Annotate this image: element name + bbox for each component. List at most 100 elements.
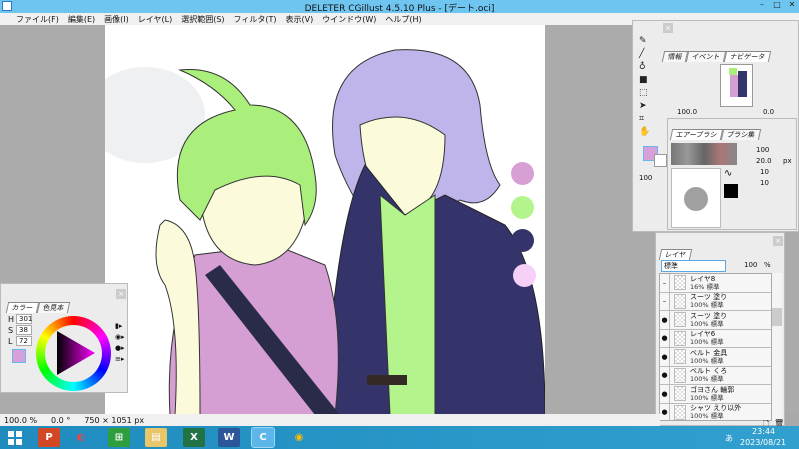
brush-opacity[interactable]: 100 bbox=[756, 146, 769, 154]
brush-spacing[interactable]: 10 bbox=[760, 179, 769, 187]
menu-window[interactable]: ウインドウ(W) bbox=[322, 14, 376, 25]
hue-field[interactable]: 301 bbox=[16, 314, 32, 324]
tool-opacity[interactable]: 100 bbox=[639, 174, 652, 182]
brush-density[interactable]: 10 bbox=[760, 168, 769, 176]
selection-tool-icon[interactable]: ⬚ bbox=[639, 88, 659, 101]
maximize-button[interactable]: □ bbox=[770, 0, 784, 12]
fill-tool-icon[interactable]: ♁ bbox=[639, 62, 659, 75]
lightness-field[interactable]: 72 bbox=[16, 336, 32, 346]
layer-row[interactable]: ● ゴヨさん 輪郭 100% 標準 bbox=[660, 385, 771, 404]
blend-mode-select[interactable]: 標準 bbox=[661, 260, 726, 272]
taskbar-explorer-icon[interactable]: ▤ bbox=[145, 428, 167, 447]
menu-selection[interactable]: 選択範囲(S) bbox=[181, 14, 224, 25]
color-tabs: カラー 色見本 bbox=[5, 302, 71, 313]
eye-icon[interactable]: ● bbox=[660, 348, 670, 366]
palette-swatch-3[interactable] bbox=[511, 229, 534, 252]
hue-ring[interactable] bbox=[36, 316, 111, 391]
navigator-angle[interactable]: 0.0 bbox=[763, 108, 774, 117]
taskbar-chrome-icon[interactable]: ◉ bbox=[288, 428, 310, 447]
background-color[interactable] bbox=[654, 154, 667, 167]
panel-close-button[interactable]: × bbox=[663, 23, 673, 33]
palette-swatch-1[interactable] bbox=[511, 162, 534, 185]
drawing-canvas[interactable] bbox=[105, 25, 545, 415]
move-tool-icon[interactable]: ➤ bbox=[639, 101, 659, 114]
taskbar-cgillust-icon[interactable]: C bbox=[251, 427, 275, 448]
toolbox: ✎ ╱ ♁ ■ ⬚ ➤ ⌗ ✋ bbox=[639, 36, 661, 140]
belt bbox=[367, 375, 407, 385]
raised-hand bbox=[155, 219, 201, 415]
tab-airbrush[interactable]: エアーブラシ bbox=[669, 129, 724, 140]
panel-close-button[interactable]: × bbox=[116, 289, 126, 299]
menu-edit[interactable]: 編集(E) bbox=[68, 14, 95, 25]
navigator-zoom[interactable]: 100.0 bbox=[677, 108, 697, 117]
layer-opacity[interactable]: 100 bbox=[744, 261, 757, 269]
layer-thumbnail bbox=[674, 367, 686, 383]
tab-navigator[interactable]: ナビゲータ bbox=[723, 51, 772, 62]
tab-layer[interactable]: レイヤ bbox=[658, 249, 692, 260]
menu-view[interactable]: 表示(V) bbox=[286, 14, 314, 25]
layer-name: レイヤ8 bbox=[690, 274, 716, 283]
layer-mode: 100% 標準 bbox=[690, 319, 724, 328]
hand-tool-icon[interactable]: ✋ bbox=[639, 127, 659, 140]
eye-icon[interactable]: ● bbox=[660, 366, 670, 384]
palette-swatch-2[interactable] bbox=[511, 196, 534, 219]
layer-row[interactable]: ● スーツ 塗り 100% 標準 bbox=[660, 311, 771, 330]
minimize-button[interactable]: – bbox=[755, 0, 769, 12]
hidden-icon[interactable]: – bbox=[660, 274, 670, 292]
color-mode-icons[interactable]: ▮▸ ◉▸ ●▸ ≡▸ bbox=[115, 321, 125, 365]
layer-row[interactable]: ● シャツ えり以外 100% 標準 bbox=[660, 403, 771, 420]
layer-list: – レイヤ8 16% 標準 – スーツ 塗り 100% 標準 ● スーツ 塗り 100% 標準 ●… bbox=[659, 273, 772, 421]
eye-icon[interactable]: ● bbox=[660, 385, 670, 403]
taskbar-word-icon[interactable]: W bbox=[218, 428, 240, 447]
taskbar-app-icon[interactable]: ◐ bbox=[70, 428, 92, 447]
layer-row[interactable]: ● ベルト くろ 100% 標準 bbox=[660, 366, 771, 385]
tab-brush-collection[interactable]: ブラシ集 bbox=[720, 129, 762, 140]
hidden-icon[interactable]: – bbox=[660, 292, 670, 310]
eye-icon[interactable]: ● bbox=[660, 311, 670, 329]
navigator-thumbnail[interactable] bbox=[720, 64, 753, 107]
layer-row[interactable]: ● ベルト 金具 100% 標準 bbox=[660, 348, 771, 367]
l-label: L bbox=[8, 337, 13, 346]
menu-layer[interactable]: レイヤ(L) bbox=[138, 14, 172, 25]
brush-size[interactable]: 20.0 bbox=[756, 157, 772, 165]
brush-tool-icon[interactable]: ╱ bbox=[639, 49, 659, 62]
saturation-field[interactable]: 38 bbox=[16, 325, 32, 335]
layer-scrollbar[interactable] bbox=[772, 273, 782, 421]
menu-image[interactable]: 画像(I) bbox=[104, 14, 129, 25]
brush-color-swatch[interactable] bbox=[724, 184, 738, 198]
palette-swatch-4[interactable] bbox=[513, 264, 536, 287]
zoom-level: 100.0 % bbox=[4, 415, 38, 425]
current-color[interactable] bbox=[12, 349, 26, 363]
color-panel: × カラー 色見本 H 301 S 38 L 72 ▮▸ ◉▸ ●▸ ≡▸ bbox=[0, 283, 128, 393]
rotation-angle: 0.0 ° bbox=[51, 415, 71, 425]
close-button[interactable]: ✕ bbox=[785, 0, 799, 12]
panel-close-button[interactable]: × bbox=[773, 236, 783, 246]
crop-tool-icon[interactable]: ⌗ bbox=[639, 114, 659, 127]
menu-help[interactable]: ヘルプ(H) bbox=[385, 14, 421, 25]
layer-row[interactable]: – レイヤ8 16% 標準 bbox=[660, 274, 771, 293]
eye-icon[interactable]: ● bbox=[660, 329, 670, 347]
gradient-tool-icon[interactable]: ■ bbox=[639, 75, 659, 88]
layer-row[interactable]: ● レイヤ6 100% 標準 bbox=[660, 329, 771, 348]
layer-mode: 100% 標準 bbox=[690, 301, 724, 310]
taskbar-excel-icon[interactable]: X bbox=[183, 428, 205, 447]
eye-icon[interactable]: ● bbox=[660, 403, 670, 420]
pen-tool-icon[interactable]: ✎ bbox=[639, 36, 659, 49]
tab-color[interactable]: カラー bbox=[5, 302, 40, 313]
taskbar-store-icon[interactable]: ⊞ bbox=[108, 428, 130, 447]
menu-filter[interactable]: フィルタ(T) bbox=[234, 14, 277, 25]
start-button[interactable] bbox=[8, 431, 22, 445]
clock-time[interactable]: 23:44 bbox=[752, 427, 775, 436]
taskbar-powerpoint-icon[interactable]: P bbox=[38, 428, 60, 447]
brush-preset-strip[interactable] bbox=[671, 143, 737, 165]
tab-info[interactable]: 情報 bbox=[661, 51, 689, 62]
tab-swatches[interactable]: 色見本 bbox=[36, 302, 71, 313]
clock-date[interactable]: 2023/08/21 bbox=[740, 438, 786, 447]
layer-row[interactable]: – スーツ 塗り 100% 標準 bbox=[660, 292, 771, 311]
brush-tabs: エアーブラシ ブラシ集 bbox=[669, 129, 762, 140]
menu-file[interactable]: ファイル(F) bbox=[16, 14, 59, 25]
layer-thumbnail bbox=[674, 349, 686, 365]
ime-indicator[interactable]: あ bbox=[725, 433, 733, 444]
tab-event[interactable]: イベント bbox=[685, 51, 727, 62]
brush-curve-icon[interactable]: ∿ bbox=[724, 168, 732, 179]
